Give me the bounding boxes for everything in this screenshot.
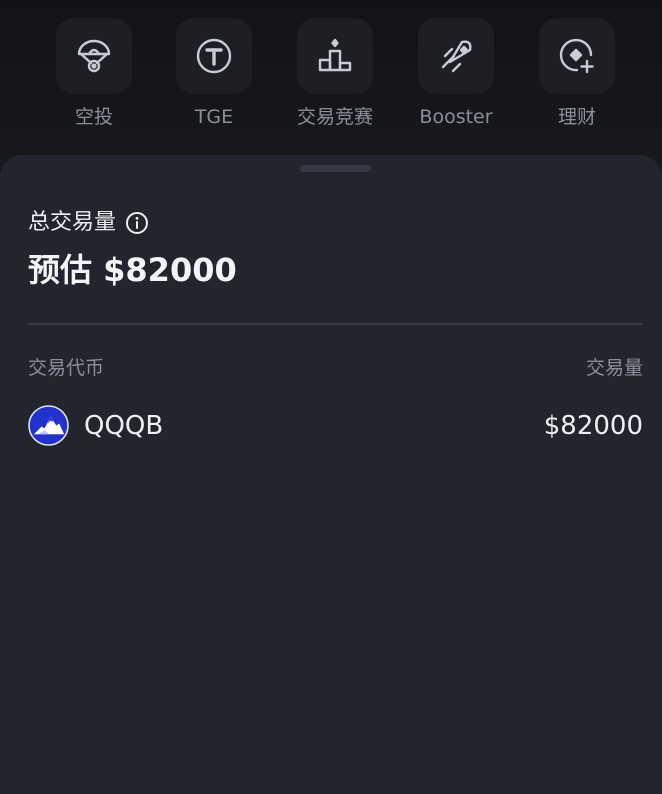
shortcut-label: 空投 (74, 106, 113, 128)
sheet-drag-handle[interactable] (300, 165, 371, 172)
shortcut-bar: 空投 TGE 交易竞赛 Booster 理财 (0, 0, 662, 155)
table-row[interactable]: QQQB $82000 (28, 405, 643, 447)
shortcut-label: 理财 (557, 106, 596, 128)
total-volume-header: 总交易量 (28, 207, 149, 239)
token-name: QQQB (84, 411, 164, 441)
estimated-volume: 预估 $82000 (28, 251, 237, 289)
total-volume-title: 总交易量 (28, 210, 117, 235)
token-volume: $82000 (543, 411, 643, 441)
shortcut-booster[interactable]: Booster (396, 18, 516, 138)
column-header-volume: 交易量 (585, 357, 643, 379)
page: 空投 TGE 交易竞赛 Booster 理财 总交易量 预估 $82000 交易… (0, 0, 662, 794)
shortcut-airdrop[interactable]: 空投 (34, 18, 154, 138)
token-t-icon (176, 18, 252, 94)
divider (28, 323, 643, 325)
podium-icon (297, 18, 373, 94)
earn-icon (539, 18, 615, 94)
mountain-logo-icon (28, 405, 69, 446)
shortcut-label: 交易竞赛 (296, 106, 373, 128)
column-header-token: 交易代币 (28, 357, 105, 379)
rocket-icon (418, 18, 494, 94)
parachute-icon (56, 18, 132, 94)
info-icon[interactable] (125, 211, 149, 235)
shortcut-tge[interactable]: TGE (154, 18, 274, 138)
shortcut-label: TGE (194, 106, 234, 128)
shortcut-earn[interactable]: 理财 (517, 18, 637, 138)
volume-sheet: 总交易量 预估 $82000 交易代币 交易量 QQQB $82000 (0, 155, 662, 794)
shortcut-label: Booster (419, 106, 493, 128)
shortcut-trading-competition[interactable]: 交易竞赛 (275, 18, 395, 138)
